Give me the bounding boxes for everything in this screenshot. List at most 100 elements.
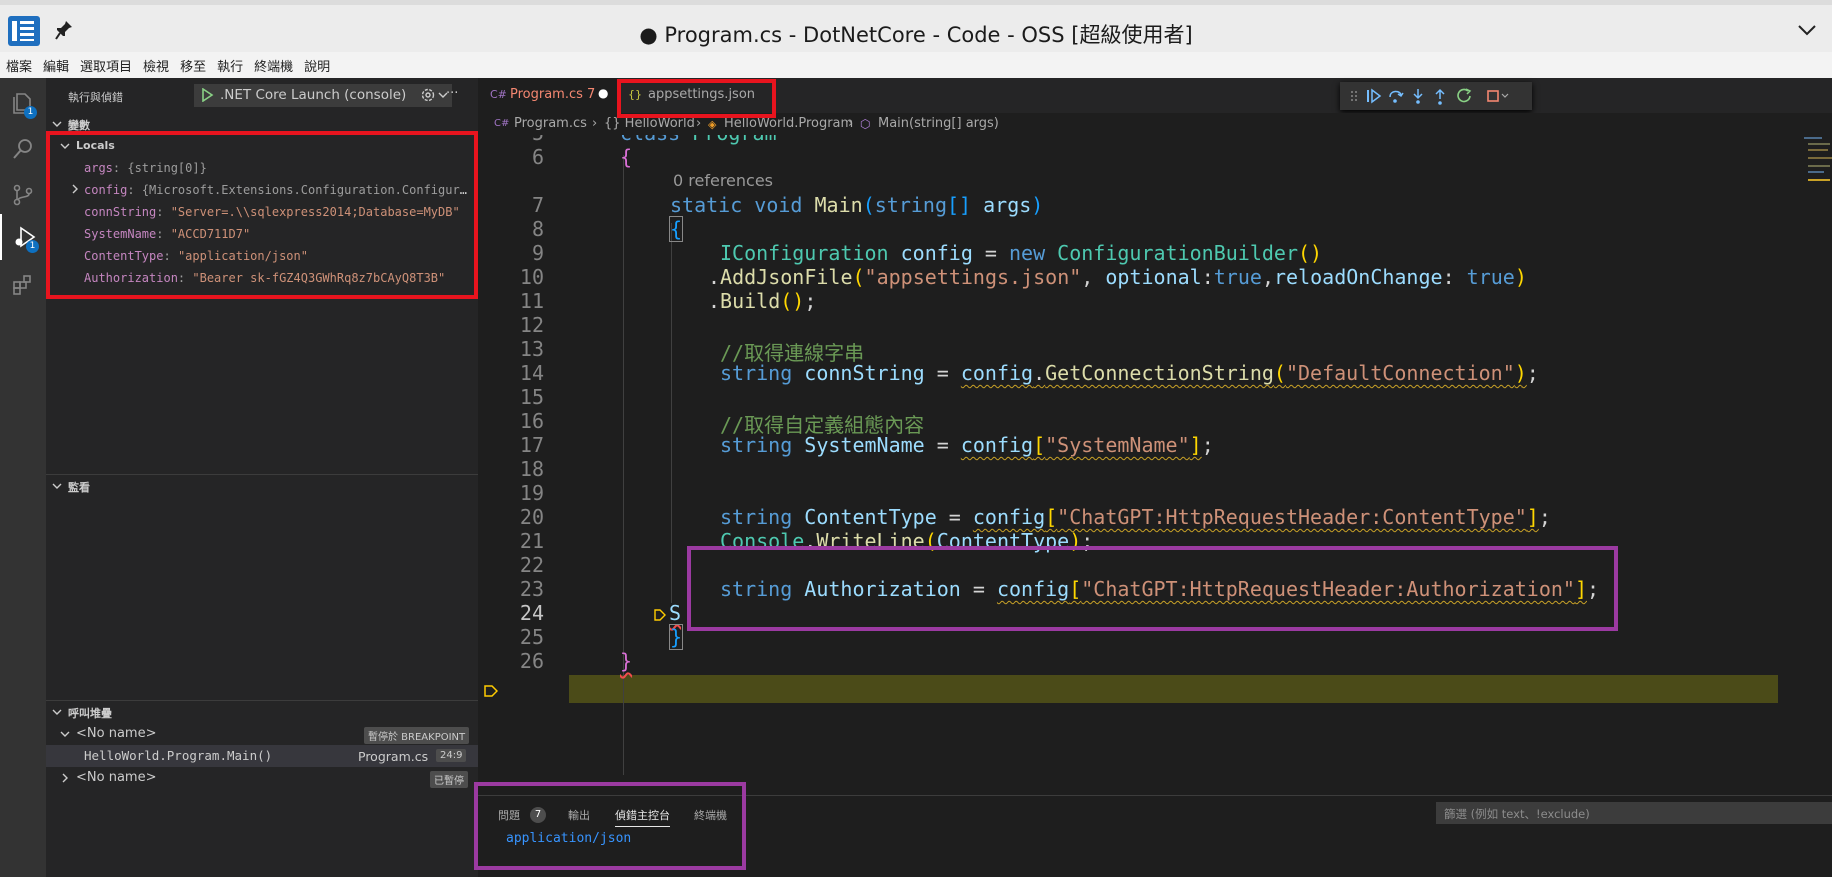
line-number: 18	[519, 457, 544, 481]
callstack-section-header[interactable]: 呼叫堆疊	[46, 701, 478, 723]
tab-problems[interactable]: 問題	[498, 807, 520, 823]
tab-appsettings-json[interactable]: {} appsettings.json	[618, 78, 770, 113]
line-number: 7	[531, 193, 544, 217]
code-line: {	[620, 145, 633, 169]
minimap[interactable]	[1800, 135, 1832, 195]
chevron-down-icon	[52, 483, 62, 489]
sidebar-title: 執行與偵錯	[68, 91, 123, 104]
line-number: 19	[519, 481, 544, 505]
play-icon[interactable]	[200, 88, 214, 102]
drag-handle-icon[interactable]	[1351, 91, 1357, 101]
line-number: 26	[519, 649, 544, 673]
run-config-dropdown[interactable]: .NET Core Launch (console)	[194, 84, 452, 107]
variable-row[interactable]: SystemName: "ACCD711D7"	[46, 223, 476, 245]
breadcrumb-file[interactable]: Program.cs	[514, 116, 587, 131]
stop-icon[interactable]	[1487, 90, 1509, 102]
line-number: 16	[519, 409, 544, 433]
menu-help[interactable]: 說明	[304, 56, 330, 75]
breadcrumb-sep-icon: ›	[696, 116, 702, 131]
unsaved-dot-icon[interactable]: ●	[598, 86, 608, 100]
menu-file[interactable]: 檔案	[6, 56, 32, 75]
watch-section-header[interactable]: 監看	[46, 475, 478, 497]
code-line: class Program	[620, 135, 777, 145]
line-number: 23	[519, 577, 544, 601]
continue-icon[interactable]	[1367, 88, 1382, 104]
chevron-down-icon	[60, 731, 70, 737]
line-number: 9	[531, 241, 544, 265]
menu-bar: 檔案 編輯 選取項目 檢視 移至 執行 終端機 說明	[0, 52, 1832, 78]
code-line: IConfiguration config = new Configuratio…	[720, 241, 1323, 265]
extensions-icon[interactable]	[0, 262, 46, 308]
variables-section-header[interactable]: 變數	[46, 113, 478, 135]
step-out-icon[interactable]	[1435, 88, 1445, 105]
menu-view[interactable]: 檢視	[143, 56, 169, 75]
code-line: string connString = config.GetConnection…	[720, 361, 1539, 385]
variable-row[interactable]: args: {string[0]}	[46, 157, 476, 179]
problems-count-badge: 7	[530, 807, 546, 823]
method-icon: ⬡	[860, 117, 871, 131]
line-number: 20	[519, 505, 544, 529]
debug-console-filter-input[interactable]: 篩選 (例如 text、!exclude)	[1436, 802, 1832, 824]
current-line-highlight	[569, 675, 1778, 703]
gear-icon[interactable]	[420, 87, 436, 103]
menu-selection[interactable]: 選取項目	[80, 56, 132, 75]
search-icon[interactable]	[0, 126, 46, 172]
callstack-thread[interactable]: <No name> 暫停於 BREAKPOINT	[46, 723, 478, 745]
activity-bar: 1 1	[0, 78, 46, 877]
line-number: 13	[519, 337, 544, 361]
code-line: string Authorization = config["ChatGPT:H…	[720, 577, 1600, 601]
menu-terminal[interactable]: 終端機	[254, 56, 293, 75]
csharp-file-icon: C#	[494, 118, 510, 129]
callstack-thread[interactable]: <No name> 已暫停	[46, 767, 478, 789]
source-control-icon[interactable]	[0, 172, 46, 218]
breadcrumb-namespace[interactable]: {} HelloWorld	[604, 116, 695, 131]
line-number: 15	[519, 385, 544, 409]
breadcrumb-method[interactable]: Main(string[] args)	[878, 116, 999, 131]
run-debug-icon[interactable]: 1	[0, 214, 46, 260]
window-title: ● Program.cs - DotNetCore - Code - OSS […	[639, 23, 1193, 47]
line-number: 25	[519, 625, 544, 649]
code-line: }	[668, 624, 684, 650]
chevron-down-icon[interactable]	[1796, 19, 1818, 41]
menu-edit[interactable]: 編輯	[43, 56, 69, 75]
explorer-icon[interactable]: 1	[0, 80, 46, 126]
callstack-frame[interactable]: HelloWorld.Program.Main() Program.cs 24:…	[46, 745, 478, 767]
line-number: 22	[519, 553, 544, 577]
tab-terminal[interactable]: 終端機	[694, 807, 727, 823]
sidebar-header: 執行與偵錯 .NET Core Launch (console) ···	[46, 78, 478, 113]
codelens-references[interactable]: 0 references	[673, 171, 773, 190]
tab-program-cs[interactable]: C# Program.cs 7 ●	[478, 78, 618, 113]
menu-run[interactable]: 執行	[217, 56, 243, 75]
more-icon[interactable]: ···	[446, 86, 458, 101]
inline-breakpoint-icon[interactable]	[654, 609, 666, 621]
tab-debug-console[interactable]: 偵錯主控台	[615, 807, 670, 827]
menu-go[interactable]: 移至	[180, 56, 206, 75]
code-line: string ContentType = config["ChatGPT:Htt…	[720, 505, 1551, 529]
line-number: 10	[519, 265, 544, 289]
editor-tab-bar: C# Program.cs 7 ● {} appsettings.json	[478, 78, 1832, 113]
breadcrumb-class[interactable]: HelloWorld.Program	[724, 116, 853, 131]
indent-guide	[623, 155, 624, 775]
step-over-icon[interactable]	[1389, 90, 1404, 103]
code-editor[interactable]: 5 6 7 8 9 10 11 12 13 14 15 16 17 18 19 …	[478, 135, 1832, 795]
chevron-right-icon[interactable]	[70, 184, 80, 194]
breakpoint-paused-icon[interactable]	[484, 685, 498, 697]
code-line: static void Main(string[] args)	[670, 193, 1044, 217]
title-bar: ● Program.cs - DotNetCore - Code - OSS […	[0, 0, 1832, 52]
code-line: string SystemName = config["SystemName"]…	[720, 433, 1214, 457]
line-number: 17	[519, 433, 544, 457]
variable-row[interactable]: Authorization: "Bearer sk-fGZ4Q3GWhRq8z7…	[46, 267, 476, 289]
code-line: {	[668, 216, 684, 242]
locals-scope[interactable]: Locals	[46, 135, 478, 157]
breadcrumb-sep-icon: ›	[848, 116, 854, 131]
line-number: 21	[519, 529, 544, 553]
variable-row[interactable]: ContentType: "application/json"	[46, 245, 476, 267]
code-line: .AddJsonFile("appsettings.json", optiona…	[708, 265, 1527, 289]
restart-icon[interactable]	[1457, 88, 1472, 103]
variable-row[interactable]: config: {Microsoft.Extensions.Configurat…	[46, 179, 476, 201]
tab-output[interactable]: 輸出	[568, 807, 590, 823]
step-into-icon[interactable]	[1413, 89, 1423, 104]
code-line: .Build();	[708, 289, 817, 313]
variable-row[interactable]: connString: "Server=.\\sqlexpress2014;Da…	[46, 201, 476, 223]
line-number: 12	[519, 313, 544, 337]
